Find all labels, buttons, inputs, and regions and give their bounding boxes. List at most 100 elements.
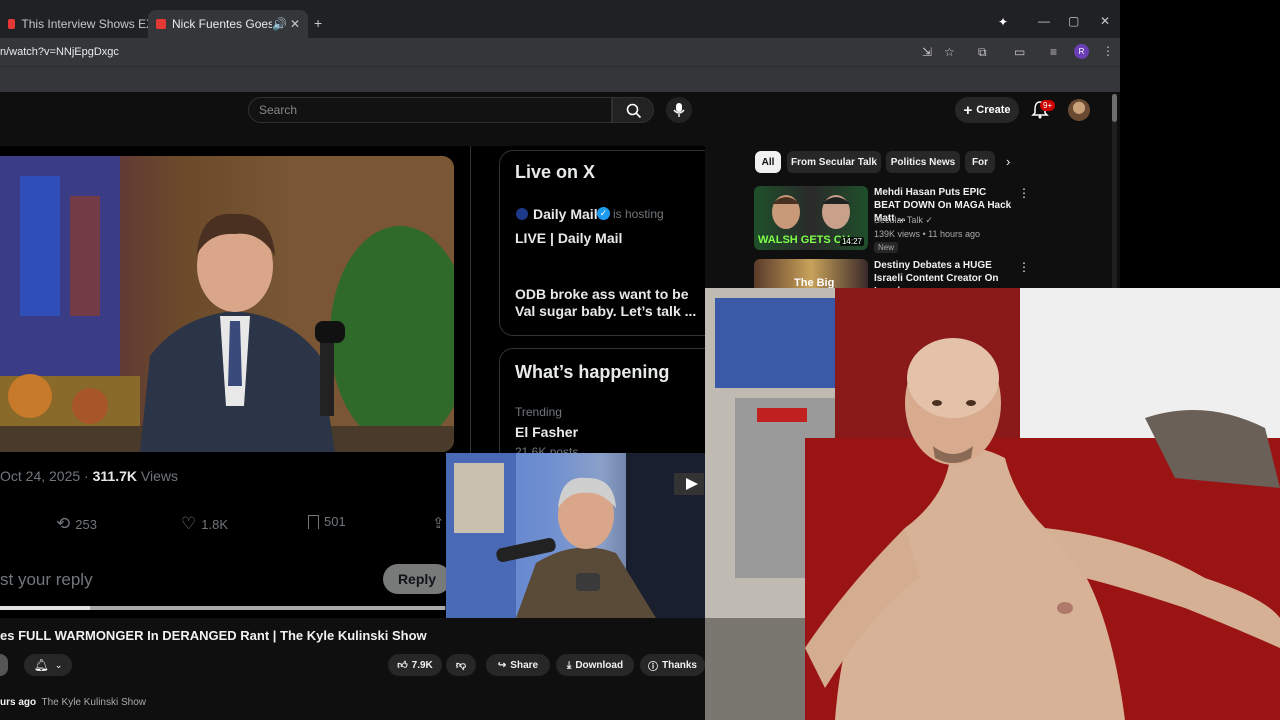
gemini-sparkle-icon[interactable]: ✦ bbox=[998, 15, 1008, 29]
subscription-bell-button[interactable]: 🔔︎ ⌄ bbox=[24, 654, 72, 676]
webcam-scene bbox=[705, 288, 1280, 720]
dislike-button[interactable]: 👎︎ bbox=[446, 654, 476, 676]
channel-name[interactable]: The Kyle Kulinski Show bbox=[42, 697, 147, 708]
bookmark-count: 501 bbox=[324, 514, 346, 529]
tab-interview[interactable]: This Interview Shows EXACTLY bbox=[0, 10, 148, 38]
bookmarks-bar bbox=[0, 66, 1120, 92]
retweet-icon: ⟲ bbox=[56, 514, 71, 533]
streamer-webcam-overlay bbox=[705, 288, 1280, 720]
side-panel-icon[interactable]: ▭ bbox=[1014, 45, 1025, 59]
embedded-video-frame bbox=[0, 156, 454, 452]
host-camera-inset bbox=[446, 453, 705, 618]
tab-nick-fuentes[interactable]: Nick Fuentes Goes FULL W 🔊 ✕ bbox=[148, 10, 308, 38]
search-input[interactable]: Search bbox=[248, 97, 612, 123]
tweet-date: Oct 24, 2025 bbox=[0, 468, 81, 484]
voice-search-button[interactable] bbox=[666, 97, 692, 123]
scrollbar-thumb[interactable] bbox=[1112, 94, 1117, 122]
create-label: Create bbox=[976, 104, 1011, 116]
bookmark-action[interactable]: 501 bbox=[308, 514, 346, 529]
search-button[interactable] bbox=[612, 97, 654, 123]
browser-chrome: This Interview Shows EXACTLY Nick Fuente… bbox=[0, 0, 1120, 92]
space-description[interactable]: ODB broke ass want to be Val sugar baby.… bbox=[515, 286, 700, 320]
new-badge: New bbox=[874, 242, 899, 253]
share-button[interactable]: ↪ Share bbox=[486, 654, 550, 676]
rec-thumbnail[interactable]: The Big bbox=[754, 259, 868, 288]
tab-strip: This Interview Shows EXACTLY Nick Fuente… bbox=[0, 8, 1120, 38]
video-meta-line: urs ago The Kyle Kulinski Show bbox=[0, 697, 146, 708]
address-bar[interactable]: n/watch?v=NNjEpgDxgc ⇲ ☆ ⧉ ▭ ≡ R ⋮ bbox=[0, 38, 1120, 66]
maximize-icon[interactable]: ▢ bbox=[1068, 14, 1079, 28]
plus-icon: + bbox=[963, 101, 973, 119]
account-avatar[interactable] bbox=[1068, 99, 1090, 121]
thumbs-up-icon: 👍︎ bbox=[397, 660, 408, 671]
new-tab-plus-icon[interactable]: + bbox=[314, 16, 322, 30]
chip-all[interactable]: All bbox=[755, 151, 781, 173]
chevron-right-icon[interactable]: › bbox=[1006, 154, 1010, 169]
chip-politics-news[interactable]: Politics News bbox=[886, 151, 960, 173]
microphone-icon bbox=[673, 103, 685, 117]
youtube-favicon-icon bbox=[156, 19, 166, 29]
like-count: 1.8K bbox=[201, 516, 228, 532]
close-tab-icon[interactable]: ✕ bbox=[290, 17, 300, 31]
retweet-count: 253 bbox=[75, 516, 97, 532]
progress-played bbox=[0, 606, 90, 610]
tab-title: This Interview Shows EXACTLY bbox=[21, 17, 148, 31]
url-text[interactable]: n/watch?v=NNjEpgDxgc bbox=[0, 46, 119, 58]
verified-check-icon: ✓ bbox=[925, 215, 933, 225]
host-person bbox=[446, 453, 705, 618]
host-name[interactable]: Daily Mail bbox=[533, 206, 598, 223]
rec-stats: 139K views • 11 hours ago bbox=[874, 229, 981, 239]
reply-input[interactable]: st your reply bbox=[0, 570, 93, 590]
video-title: es FULL WARMONGER In DERANGED Rant | The… bbox=[0, 628, 427, 643]
reply-button[interactable]: Reply bbox=[383, 564, 451, 594]
thanks-button[interactable]: ⓘ Thanks bbox=[640, 654, 705, 676]
rec-thumbnail[interactable]: WALSH GETS OV 14:27 bbox=[754, 186, 868, 250]
thumbnail-caption: The Big bbox=[794, 277, 835, 288]
bell-icon: 🔔︎ bbox=[33, 658, 49, 672]
rec-menu-icon[interactable]: ⋮ bbox=[1018, 260, 1030, 274]
like-button[interactable]: 👍︎ 7.9K bbox=[388, 654, 442, 676]
browser-menu-icon[interactable]: ⋮ bbox=[1102, 44, 1114, 58]
minimize-icon[interactable]: — bbox=[1038, 14, 1050, 28]
bookmark-star-icon[interactable]: ☆ bbox=[944, 45, 955, 59]
like-action[interactable]: ♡ 1.8K bbox=[181, 514, 228, 534]
download-label: Download bbox=[575, 659, 624, 671]
rec-menu-icon[interactable]: ⋮ bbox=[1018, 186, 1030, 200]
retweet-action[interactable]: ⟲ 253 bbox=[56, 514, 97, 534]
heart-icon: ♡ bbox=[181, 514, 197, 533]
rec-channel-name: Secular Talk bbox=[874, 215, 923, 225]
install-app-icon[interactable]: ⇲ bbox=[922, 45, 932, 59]
youtube-favicon-icon bbox=[8, 19, 16, 29]
like-count: 7.9K bbox=[411, 659, 433, 671]
chevron-down-icon: ⌄ bbox=[54, 659, 63, 670]
profile-avatar-icon[interactable]: R bbox=[1074, 44, 1089, 59]
chip-from-secular-talk[interactable]: From Secular Talk bbox=[787, 151, 881, 173]
whats-happening-heading: What’s happening bbox=[515, 362, 670, 382]
trend-name[interactable]: El Fasher bbox=[515, 424, 578, 441]
daily-mail-logo-icon bbox=[516, 208, 528, 220]
trending-label: Trending bbox=[515, 405, 562, 419]
tab-title: Nick Fuentes Goes FULL W bbox=[172, 17, 272, 31]
create-button[interactable]: + Create bbox=[955, 97, 1019, 123]
view-count: 311.7K bbox=[92, 468, 137, 484]
search-icon bbox=[626, 103, 642, 119]
extensions-icon[interactable]: ⧉ bbox=[978, 45, 987, 59]
guest-person bbox=[140, 213, 345, 452]
media-controls-icon[interactable]: ≡ bbox=[1050, 45, 1057, 59]
thanks-icon: ⓘ bbox=[647, 661, 658, 673]
share-icon: ↪ bbox=[497, 659, 507, 671]
speaker-icon[interactable]: 🔊 bbox=[272, 17, 287, 31]
live-on-x-heading: Live on X bbox=[515, 162, 596, 182]
x-sidebar: Live on X Daily Mail ✓ is hosting LIVE |… bbox=[470, 146, 705, 468]
live-title[interactable]: LIVE | Daily Mail bbox=[515, 230, 622, 247]
rec-channel[interactable]: Secular Talk ✓ bbox=[874, 215, 933, 226]
download-button[interactable]: ⤓ Download bbox=[556, 654, 634, 676]
bookmark-icon bbox=[308, 514, 319, 529]
hosting-label: is hosting bbox=[613, 207, 664, 221]
verified-badge-icon: ✓ bbox=[597, 207, 610, 220]
share-arrow-icon[interactable]: ⇪ bbox=[432, 514, 445, 532]
chip-for-you[interactable]: For bbox=[965, 151, 995, 173]
window-close-icon[interactable]: ✕ bbox=[1100, 14, 1110, 28]
progress-buffered bbox=[90, 606, 445, 610]
tweet-meta: Oct 24, 2025 · 311.7K Views bbox=[0, 468, 178, 484]
